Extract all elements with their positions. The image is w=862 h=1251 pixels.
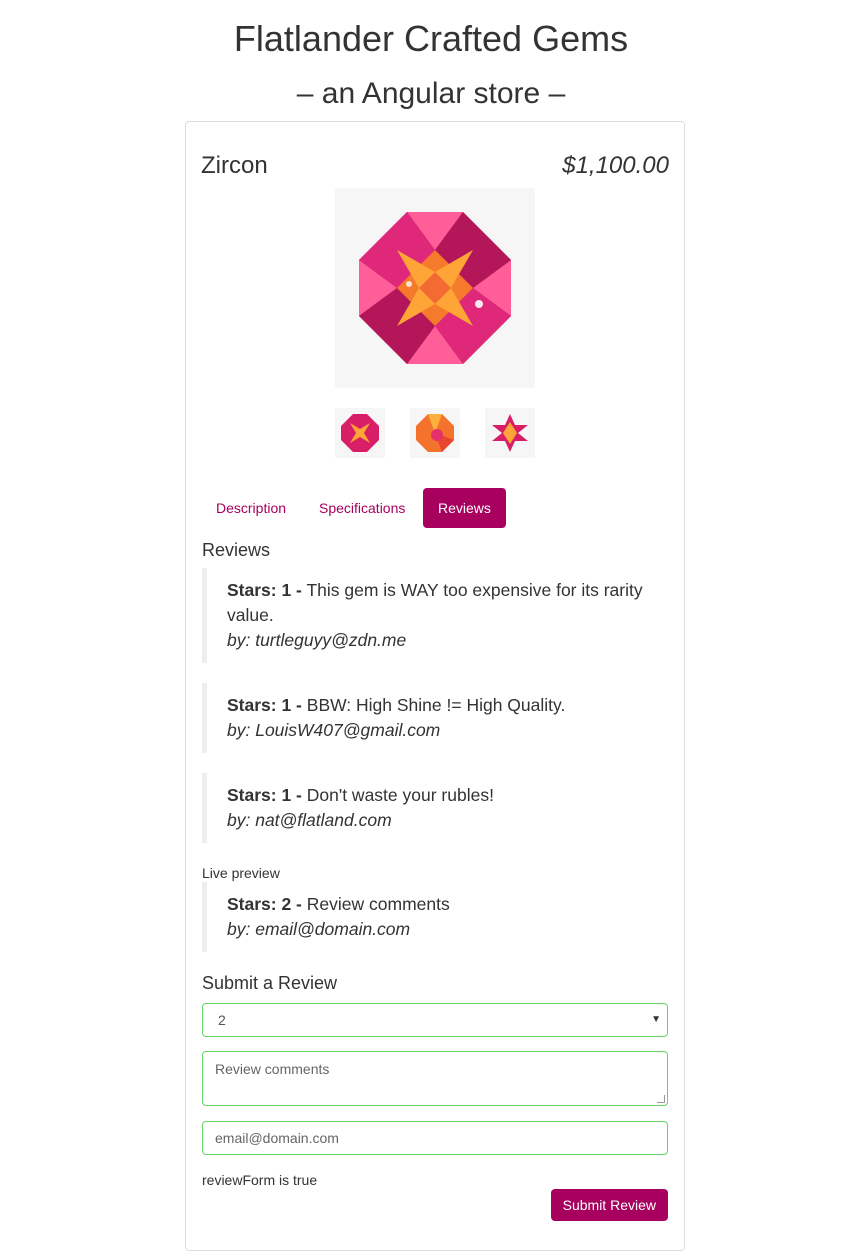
review-body: BBW: High Shine != High Quality. [306, 695, 566, 715]
store-subtitle: – an Angular store – [296, 77, 566, 110]
preview-stars: Stars: 2 - [227, 894, 302, 914]
thumbnail-strip [335, 408, 535, 458]
preview-body: Review comments [306, 894, 450, 914]
review-author: by: turtleguyy@zdn.me [227, 630, 407, 650]
stars-select-value: 2 [218, 1012, 226, 1028]
review-stars: Stars: 1 - [227, 695, 302, 715]
review-item: Stars: 1 - BBW: High Shine != High Quali… [202, 683, 668, 753]
gem-thumbnail-icon [416, 414, 454, 452]
gem-thumbnail-icon [341, 414, 379, 452]
review-stars: Stars: 1 - [227, 580, 302, 600]
gem-image [359, 212, 511, 364]
tab-description[interactable]: Description [201, 488, 301, 528]
caret-down-icon: ▼ [651, 1014, 661, 1025]
review-body: Don't waste your rubles! [306, 785, 494, 805]
live-preview-label: Live preview [202, 865, 280, 881]
product-price: $1,100.00 [562, 152, 669, 179]
product-card: Zircon $1,100.00 Description Specificati… [185, 121, 685, 1251]
reviews-heading: Reviews [202, 540, 271, 560]
review-comments-textarea[interactable]: Review comments [202, 1051, 668, 1106]
tab-reviews[interactable]: Reviews [423, 488, 506, 528]
review-author: by: nat@flatland.com [227, 810, 392, 830]
submit-review-button[interactable]: Submit Review [550, 1189, 668, 1221]
review-item: Stars: 1 - This gem is WAY too expensive… [202, 568, 668, 663]
thumbnail-1[interactable] [335, 408, 385, 458]
resize-grip-icon[interactable] [657, 1095, 665, 1103]
stars-select[interactable]: 2 ▼ [202, 1003, 668, 1037]
comments-placeholder: Review comments [215, 1061, 330, 1077]
store-title: Flatlander Crafted Gems [233, 18, 629, 59]
form-status-text: reviewForm is true [202, 1172, 318, 1188]
product-name: Zircon [201, 152, 268, 179]
review-stars: Stars: 1 - [227, 785, 302, 805]
email-input[interactable]: email@domain.com [202, 1121, 668, 1155]
email-placeholder: email@domain.com [215, 1130, 339, 1146]
tab-specifications[interactable]: Specifications [304, 488, 420, 528]
preview-author: by: email@domain.com [227, 919, 411, 939]
live-preview-review: Stars: 2 - Review comments by: email@dom… [202, 882, 668, 952]
thumbnail-3[interactable] [485, 408, 535, 458]
thumbnail-2[interactable] [410, 408, 460, 458]
product-main-image [335, 188, 535, 388]
review-item: Stars: 1 - Don't waste your rubles! by: … [202, 773, 668, 843]
submit-review-heading: Submit a Review [202, 973, 338, 993]
gem-thumbnail-icon [492, 414, 528, 452]
review-author: by: LouisW407@gmail.com [227, 720, 441, 740]
